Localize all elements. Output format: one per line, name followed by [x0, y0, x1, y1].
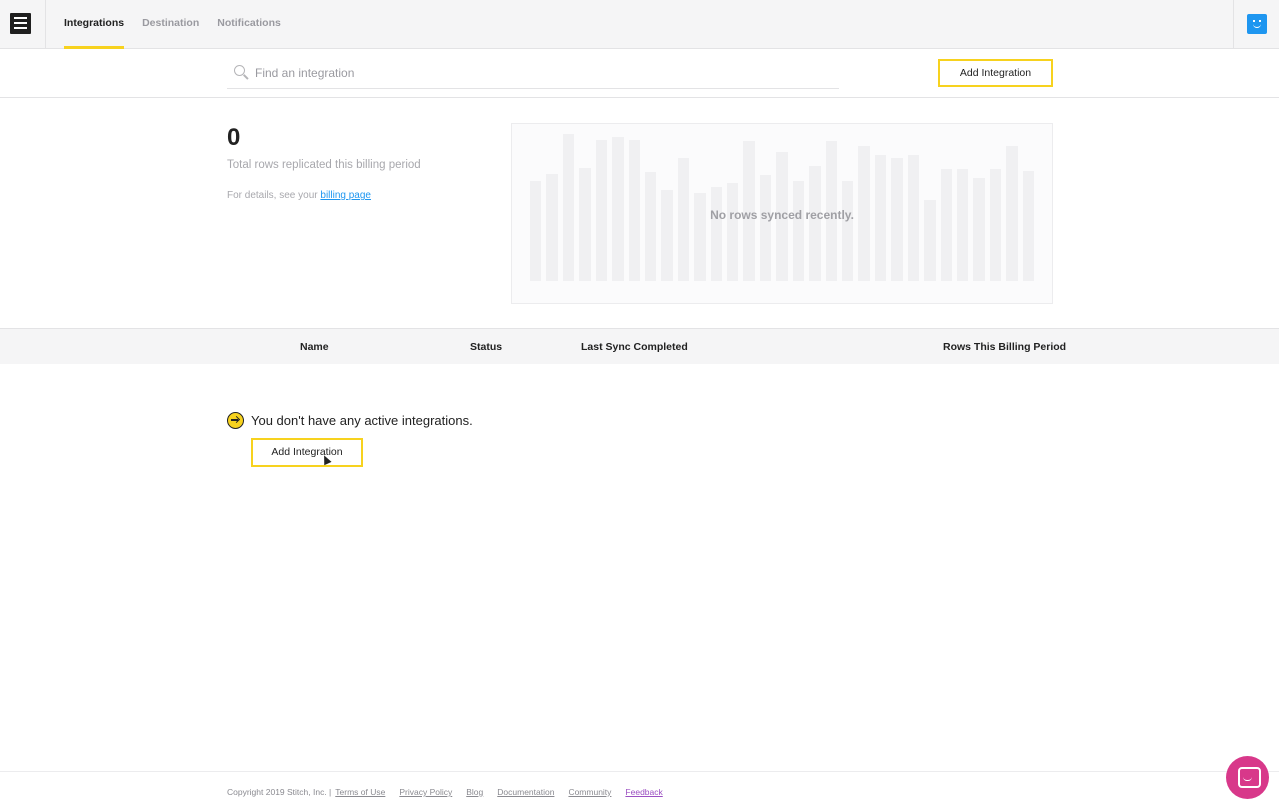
copyright-text: Copyright 2019 Stitch, Inc. | [227, 787, 332, 797]
integrations-table-header: Name Status Last Sync Completed Rows Thi… [0, 328, 1279, 364]
chart-placeholder-bar [1022, 170, 1035, 281]
arrow-right-circle-icon [227, 411, 244, 429]
chart-placeholder-bar [579, 167, 591, 281]
chart-placeholder-bar [546, 173, 558, 281]
empty-state-add-integration-button[interactable]: Add Integration [251, 438, 363, 467]
chart-placeholder-bar [727, 182, 739, 281]
column-header-status[interactable]: Status [470, 341, 502, 353]
empty-state: You don't have any active integrations. [227, 411, 473, 429]
column-header-last-sync[interactable]: Last Sync Completed [581, 341, 688, 353]
chart-empty-message: No rows synced recently. [710, 208, 854, 222]
footer-link-privacy[interactable]: Privacy Policy [399, 787, 452, 797]
chart-placeholder-bar [661, 189, 673, 281]
search-icon [234, 65, 245, 76]
chart-placeholder-bar [842, 181, 854, 281]
rows-synced-chart: No rows synced recently. [511, 123, 1053, 304]
empty-state-message: You don't have any active integrations. [251, 412, 473, 428]
column-header-name[interactable]: Name [300, 341, 329, 353]
billing-details-text: For details, see your [227, 190, 318, 201]
chart-placeholder-bar [644, 172, 657, 281]
chart-placeholder-bar [530, 181, 542, 281]
chart-placeholder-bar [759, 175, 772, 281]
footer-link-documentation[interactable]: Documentation [497, 787, 554, 797]
main-tabs: Integrations Destination Notifications [64, 0, 281, 49]
footer-links: Copyright 2019 Stitch, Inc. | Terms of U… [227, 787, 663, 797]
top-navbar: Integrations Destination Notifications [0, 0, 1279, 49]
footer-link-feedback[interactable]: Feedback [625, 787, 662, 797]
billing-details: For details, see your billing page [227, 190, 371, 201]
search-field [227, 59, 839, 89]
add-integration-button[interactable]: Add Integration [938, 59, 1053, 87]
total-rows-count: 0 [227, 124, 241, 151]
chart-placeholder-bar [989, 169, 1002, 281]
footer-link-community[interactable]: Community [568, 787, 611, 797]
footer-link-terms[interactable]: Terms of Use [335, 787, 385, 797]
column-header-rows[interactable]: Rows This Billing Period [943, 341, 1066, 353]
tab-integrations[interactable]: Integrations [64, 0, 125, 49]
chart-placeholder-bar [694, 192, 706, 281]
footer-link-blog[interactable]: Blog [466, 787, 483, 797]
total-rows-label: Total rows replicated this billing perio… [227, 159, 421, 171]
chat-support-icon[interactable] [1226, 756, 1269, 799]
chart-placeholder-bar [792, 181, 805, 281]
stitch-logo-icon[interactable] [10, 13, 31, 34]
user-avatar-icon[interactable] [1247, 14, 1267, 34]
footer: Copyright 2019 Stitch, Inc. | Terms of U… [0, 771, 1279, 808]
logo-container[interactable] [0, 0, 46, 48]
chart-placeholder-bar [710, 186, 723, 281]
tab-destination[interactable]: Destination [142, 0, 199, 48]
tab-notifications[interactable]: Notifications [217, 0, 281, 48]
search-input[interactable] [255, 64, 815, 82]
chart-placeholder-bar [940, 169, 952, 281]
chart-placeholder-bar [956, 169, 969, 281]
billing-page-link[interactable]: billing page [320, 190, 371, 201]
chart-placeholder-bar [973, 178, 985, 281]
search-bar-row: Add Integration [0, 49, 1279, 98]
chart-placeholder-bar [809, 166, 821, 281]
user-menu[interactable] [1233, 0, 1279, 48]
